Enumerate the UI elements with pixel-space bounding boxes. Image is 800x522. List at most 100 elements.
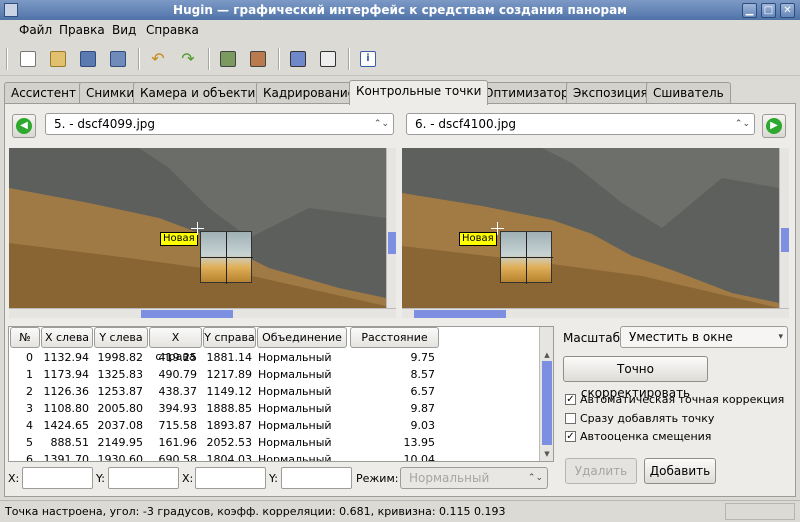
cell: 9.75 [410,351,436,364]
col-header-x-left[interactable]: X слева [41,327,93,348]
menu-edit[interactable]: Правка [59,23,105,37]
cell: Нормальный [258,351,332,364]
col-header-x-right[interactable]: X справа [149,327,202,363]
save-project-icon[interactable] [76,48,100,70]
fine-tune-button[interactable]: Точно скорректировать [563,356,708,400]
left-vscroll-thumb[interactable] [388,232,396,254]
col-header-y-right[interactable]: Y справа [203,327,256,348]
x-left-input[interactable] [22,467,93,489]
menu-view[interactable]: Вид [112,23,136,37]
toolbar-separator [208,48,210,70]
auto-fine-tune-label[interactable]: Автоматическая точная коррекция [580,393,784,406]
auto-estimate-label[interactable]: Автооценка смещения [580,430,711,443]
left-image-vscroll[interactable] [386,148,396,308]
cell: 715.58 [158,419,198,432]
undo-icon[interactable]: ↶ [146,48,170,70]
left-image-select[interactable]: 5. - dscf4099.jpg ⌃⌄ [45,113,394,135]
delete-button[interactable]: Удалить [565,458,637,484]
tab-exposure[interactable]: Экспозиция [566,82,655,104]
add-point-immediately-checkbox[interactable] [565,413,576,424]
right-hscroll-thumb[interactable] [414,310,506,318]
open-project-icon[interactable] [46,48,70,70]
y-right-label: Y: [269,472,278,485]
table-row[interactable]: 2 1126.36 1253.87 438.37 1149.12 Нормаль… [9,383,539,400]
scroll-up-icon[interactable]: ▲ [541,349,553,361]
cell: 2 [26,385,33,398]
add-time-series-icon[interactable] [246,48,270,70]
cell: 3 [26,402,33,415]
table-vscroll[interactable]: ▲ ▼ [539,327,553,461]
next-image-button[interactable]: ▶ [762,114,786,138]
auto-fine-tune-checkbox[interactable]: ✓ [565,394,576,405]
left-image-hscroll[interactable] [9,308,396,318]
preview-icon[interactable] [286,48,310,70]
add-images-icon[interactable] [216,48,240,70]
cell: 2149.95 [97,436,144,449]
left-image-view[interactable]: Новая [9,148,386,308]
save-as-icon[interactable] [106,48,130,70]
tab-optimizer[interactable]: Оптимизатор [477,82,576,104]
tab-control-points[interactable]: Контрольные точки [349,80,489,105]
maximize-icon[interactable]: □ [761,3,776,18]
minimize-icon[interactable]: ▁ [742,3,757,18]
prev-image-button[interactable]: ◀ [12,114,36,138]
cell: Нормальный [258,368,332,381]
mode-select[interactable]: Нормальный ⌃⌄ [400,467,548,489]
col-header-mode[interactable]: Объединение [257,327,347,348]
cell: 10.04 [403,453,436,462]
cell: 1108.80 [43,402,90,415]
auto-estimate-checkbox[interactable]: ✓ [565,431,576,442]
scroll-down-icon[interactable]: ▼ [541,448,553,460]
table-row[interactable]: 6 1391.70 1930.60 690.58 1804.03 Нормаль… [9,451,539,462]
table-row[interactable]: 5 888.51 2149.95 161.96 2052.53 Нормальн… [9,434,539,451]
chevron-down-icon: ▾ [778,332,783,342]
cell: 1132.94 [43,351,90,364]
table-row[interactable]: 1 1173.94 1325.83 490.79 1217.89 Нормаль… [9,366,539,383]
x-right-label: X: [182,472,194,485]
cell: 2052.53 [206,436,253,449]
control-points-table[interactable]: № X слева Y слева X справа Y справа Объе… [8,326,554,462]
cell: 1881.14 [206,351,253,364]
right-image-vscroll[interactable] [779,148,789,308]
scale-select[interactable]: Уместить в окне ▾ [620,326,788,348]
col-header-number[interactable]: № [10,327,40,348]
cell: 419.25 [158,351,198,364]
x-right-input[interactable] [195,467,266,489]
add-point-immediately-label[interactable]: Сразу добавлять точку [580,412,714,425]
tab-camera-lens[interactable]: Камера и объектив [133,82,270,104]
cell: 8.57 [410,368,436,381]
right-image-hscroll[interactable] [402,308,789,318]
cell: 2005.80 [97,402,144,415]
menu-help[interactable]: Справка [146,23,199,37]
cell: 1253.87 [97,385,144,398]
tab-images[interactable]: Снимки [79,82,142,104]
left-hscroll-thumb[interactable] [141,310,233,318]
cell: 2037.08 [97,419,144,432]
spin-icon: ⌃⌄ [734,119,750,129]
about-icon[interactable]: i [356,48,380,70]
optimize-icon[interactable] [316,48,340,70]
cell: 1893.87 [206,419,253,432]
cell: Нормальный [258,436,332,449]
y-left-input[interactable] [108,467,179,489]
table-vscroll-thumb[interactable] [542,361,552,445]
right-vscroll-thumb[interactable] [781,228,789,252]
table-row[interactable]: 3 1108.80 2005.80 394.93 1888.85 Нормаль… [9,400,539,417]
right-image-select[interactable]: 6. - dscf4100.jpg ⌃⌄ [406,113,755,135]
table-row[interactable]: 0 1132.94 1998.82 419.25 1881.14 Нормаль… [9,349,539,366]
col-header-y-left[interactable]: Y слева [94,327,148,348]
redo-icon[interactable]: ↷ [176,48,200,70]
tab-crop[interactable]: Кадрирование [256,82,362,104]
tab-assistant[interactable]: Ассистент [4,82,84,104]
mode-value: Нормальный [409,471,490,485]
close-icon[interactable]: ✕ [780,3,795,18]
y-right-input[interactable] [281,467,352,489]
col-header-distance[interactable]: Расстояние [350,327,439,348]
tab-stitcher[interactable]: Сшиватель [646,82,731,104]
table-row[interactable]: 4 1424.65 2037.08 715.58 1893.87 Нормаль… [9,417,539,434]
new-project-icon[interactable] [16,48,40,70]
right-image-view[interactable]: Новая [402,148,779,308]
menu-file[interactable]: Файл [19,23,52,37]
add-button[interactable]: Добавить [644,458,716,484]
app-icon[interactable] [4,3,18,17]
